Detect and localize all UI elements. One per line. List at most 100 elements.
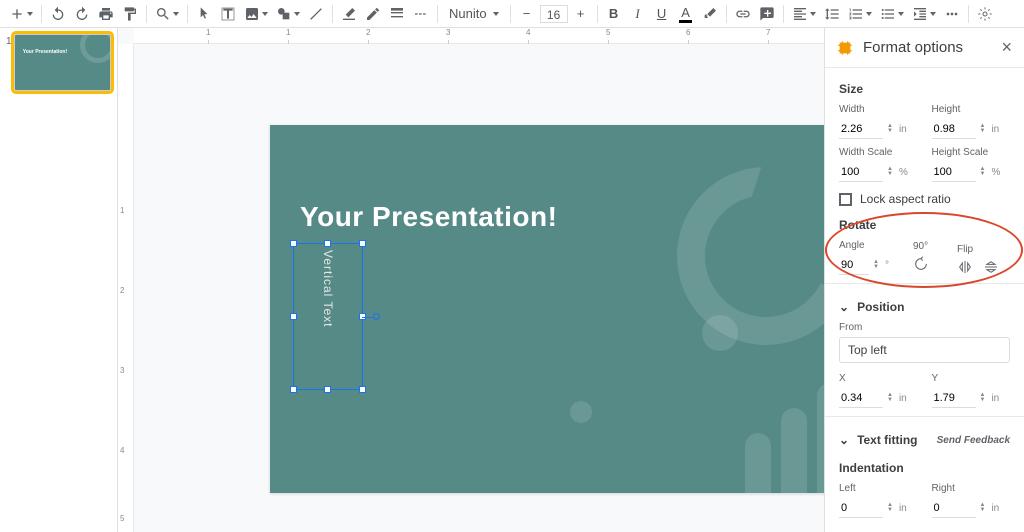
format-sidebar: Format options × Size Width ▲▼in Height … — [824, 28, 1024, 532]
close-sidebar-button[interactable]: × — [1001, 37, 1012, 58]
font-size-input[interactable]: 16 — [540, 5, 568, 23]
x-input[interactable] — [839, 388, 883, 408]
bulleted-list-button[interactable] — [877, 3, 907, 25]
wscale-spinner[interactable]: ▲▼ — [887, 167, 893, 177]
resize-handle[interactable] — [290, 386, 297, 393]
highlight-color-button[interactable] — [699, 3, 721, 25]
filmstrip: 1 Your Presentation! — [0, 28, 118, 532]
angle-input[interactable] — [839, 255, 869, 275]
lock-aspect-checkbox[interactable]: Lock aspect ratio — [839, 192, 1010, 206]
angle-spinner[interactable]: ▲▼ — [873, 260, 879, 270]
border-color-button[interactable] — [362, 3, 384, 25]
sidebar-header: Format options × — [825, 28, 1024, 68]
ninety-label: 90° — [913, 241, 939, 252]
resize-handle[interactable] — [324, 240, 331, 247]
bold-button[interactable]: B — [603, 3, 625, 25]
width-label: Width — [839, 104, 918, 115]
size-section-title: Size — [839, 82, 1010, 96]
redo-button[interactable] — [71, 3, 93, 25]
send-feedback-link[interactable]: Send Feedback — [937, 435, 1010, 446]
select-tool[interactable] — [193, 3, 215, 25]
textfit-section-toggle[interactable]: ⌄Text fittingSend Feedback — [839, 425, 1010, 455]
rotate-line — [362, 317, 373, 318]
indent-right-label: Right — [932, 483, 1011, 494]
chevron-down-icon: ⌄ — [839, 300, 849, 314]
fill-color-button[interactable] — [338, 3, 360, 25]
from-dropdown[interactable]: Top left — [839, 337, 1010, 363]
indent-left-label: Left — [839, 483, 918, 494]
new-slide-button[interactable] — [6, 3, 36, 25]
zoom-button[interactable] — [152, 3, 182, 25]
width-input[interactable] — [839, 119, 883, 139]
paint-format-button[interactable] — [119, 3, 141, 25]
rotate-handle[interactable] — [373, 313, 380, 320]
rotate-90-button[interactable] — [913, 256, 929, 272]
slide-number: 1 — [6, 36, 14, 526]
vertical-ruler: 1 2 3 4 5 — [118, 44, 134, 532]
insert-comment-button[interactable] — [756, 3, 778, 25]
resize-handle[interactable] — [359, 386, 366, 393]
indent-left-input[interactable] — [839, 498, 883, 518]
x-spinner[interactable]: ▲▼ — [887, 393, 893, 403]
decoration-bars — [745, 358, 824, 493]
thumb-decoration — [80, 34, 111, 63]
textbox-tool[interactable] — [217, 3, 239, 25]
position-section-toggle[interactable]: ⌄Position — [839, 292, 1010, 322]
resize-handle[interactable] — [359, 240, 366, 247]
slide-title[interactable]: Your Presentation! — [300, 201, 557, 233]
animation-button[interactable] — [974, 3, 996, 25]
italic-button[interactable]: I — [627, 3, 649, 25]
sidebar-title: Format options — [863, 39, 991, 56]
thumb-title: Your Presentation! — [23, 49, 67, 55]
border-dash-button[interactable] — [410, 3, 432, 25]
font-name-dropdown[interactable]: Nunito — [443, 3, 505, 25]
sidebar-body: Size Width ▲▼in Height ▲▼in Width Scale … — [825, 68, 1024, 532]
undo-button[interactable] — [47, 3, 69, 25]
more-button[interactable] — [941, 3, 963, 25]
font-size-increase[interactable]: + — [570, 3, 592, 25]
shape-tool[interactable] — [273, 3, 303, 25]
from-label: From — [839, 322, 1010, 333]
height-spinner[interactable]: ▲▼ — [980, 124, 986, 134]
height-input[interactable] — [932, 119, 976, 139]
align-button[interactable] — [789, 3, 819, 25]
selected-textbox[interactable]: Vertical Text — [293, 243, 363, 390]
x-label: X — [839, 373, 918, 384]
line-spacing-button[interactable] — [821, 3, 843, 25]
wscale-input[interactable] — [839, 162, 883, 182]
indent-options-button[interactable] — [909, 3, 939, 25]
slide-thumbnail-1[interactable]: Your Presentation! — [14, 34, 111, 91]
rotate-section-title: Rotate — [839, 218, 1010, 232]
angle-label: Angle — [839, 240, 895, 251]
resize-handle[interactable] — [290, 313, 297, 320]
wscale-label: Width Scale — [839, 147, 918, 158]
lock-aspect-label: Lock aspect ratio — [860, 192, 951, 206]
numbered-list-button[interactable] — [845, 3, 875, 25]
underline-button[interactable]: U — [651, 3, 673, 25]
hscale-spinner[interactable]: ▲▼ — [980, 167, 986, 177]
resize-handle[interactable] — [324, 386, 331, 393]
y-spinner[interactable]: ▲▼ — [980, 393, 986, 403]
flip-vertical-button[interactable] — [983, 259, 999, 275]
indent-right-spinner[interactable]: ▲▼ — [980, 503, 986, 513]
canvas[interactable]: 1 1 2 3 4 5 6 7 8 1 2 3 4 5 — [118, 28, 824, 532]
line-tool[interactable] — [305, 3, 327, 25]
border-weight-button[interactable] — [386, 3, 408, 25]
format-options-icon — [837, 40, 853, 56]
hscale-input[interactable] — [932, 162, 976, 182]
width-spinner[interactable]: ▲▼ — [887, 124, 893, 134]
indent-left-spinner[interactable]: ▲▼ — [887, 503, 893, 513]
indent-right-input[interactable] — [932, 498, 976, 518]
image-tool[interactable] — [241, 3, 271, 25]
textbox-content[interactable]: Vertical Text — [321, 250, 335, 327]
hscale-label: Height Scale — [932, 147, 1011, 158]
decoration-circle — [702, 315, 738, 351]
flip-horizontal-button[interactable] — [957, 259, 973, 275]
y-input[interactable] — [932, 388, 976, 408]
print-button[interactable] — [95, 3, 117, 25]
insert-link-button[interactable] — [732, 3, 754, 25]
resize-handle[interactable] — [290, 240, 297, 247]
text-color-button[interactable]: A — [675, 3, 697, 25]
font-size-decrease[interactable]: − — [516, 3, 538, 25]
main-area: 1 Your Presentation! 1 1 2 3 4 5 6 7 8 1… — [0, 28, 1024, 532]
